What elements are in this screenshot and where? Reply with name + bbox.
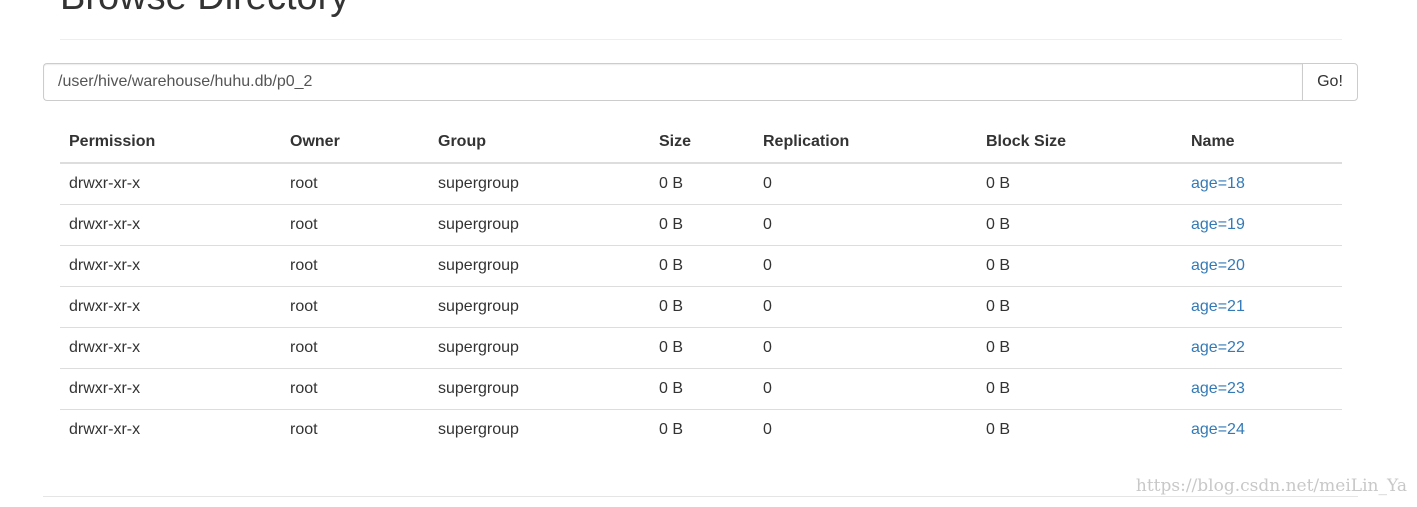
- cell-name: age=20: [1182, 244, 1342, 286]
- table-row: drwxr-xr-x root supergroup 0 B 0 0 B age…: [60, 408, 1342, 450]
- cell-permission: drwxr-xr-x: [60, 244, 281, 286]
- cell-size: 0 B: [650, 326, 754, 368]
- cell-replication: 0: [754, 326, 977, 368]
- cell-group: supergroup: [429, 244, 650, 286]
- watermark-text: https://blog.csdn.net/meiLin_Ya: [1135, 476, 1407, 496]
- column-header-replication[interactable]: Replication: [754, 122, 977, 164]
- cell-owner: root: [290, 174, 318, 192]
- cell-group: supergroup: [438, 174, 519, 192]
- cell-replication: 0: [754, 203, 977, 245]
- cell-size: 0 B: [650, 244, 754, 286]
- cell-group: supergroup: [429, 408, 650, 450]
- cell-group: supergroup: [429, 203, 650, 245]
- directory-link[interactable]: age=20: [1191, 257, 1245, 274]
- table-row: drwxr-xr-x root supergroup 0 B 0 0 B age…: [60, 367, 1342, 409]
- column-header-block-size[interactable]: Block Size: [977, 122, 1182, 164]
- cell-replication: 0: [754, 244, 977, 286]
- path-form: Go!: [43, 63, 1358, 101]
- cell-group: supergroup: [429, 326, 650, 368]
- cell-size: 0 B: [650, 367, 754, 409]
- cell-replication: 0: [754, 408, 977, 450]
- cell-permission: drwxr-xr-x: [60, 326, 281, 368]
- page-title: Browse Directory: [60, 0, 349, 22]
- directory-link[interactable]: age=23: [1191, 380, 1245, 397]
- cell-size: 0 B: [659, 174, 684, 192]
- cell-permission: drwxr-xr-x: [69, 174, 141, 192]
- cell-permission: drwxr-xr-x: [60, 408, 281, 450]
- cell-owner: root: [281, 203, 429, 245]
- cell-group: supergroup: [429, 367, 650, 409]
- cell-block-size: 0 B: [977, 326, 1182, 368]
- cell-owner: root: [281, 326, 429, 368]
- directory-link[interactable]: age=24: [1191, 421, 1245, 438]
- directory-link[interactable]: age=22: [1191, 339, 1245, 356]
- cell-name: age=19: [1182, 203, 1342, 245]
- table-header-row: Permission Owner Group Size Replication …: [60, 122, 1342, 164]
- cell-permission: drwxr-xr-x: [60, 367, 281, 409]
- column-header-group[interactable]: Group: [429, 122, 650, 164]
- cell-size: 0 B: [650, 285, 754, 327]
- cell-name: age=18: [1182, 163, 1342, 204]
- table-row: drwxr-xr-x root supergroup 0 B 0 0 B age…: [60, 163, 1342, 204]
- directory-link[interactable]: age=21: [1191, 298, 1245, 315]
- cell-owner: root: [281, 285, 429, 327]
- table-row: drwxr-xr-x root supergroup 0 B 0 0 B age…: [60, 326, 1342, 368]
- cell-size: 0 B: [650, 408, 754, 450]
- cell-group: supergroup: [429, 285, 650, 327]
- page-header: Browse Directory: [60, 0, 1342, 40]
- cell-block-size: 0 B: [977, 285, 1182, 327]
- column-header-size[interactable]: Size: [650, 122, 754, 164]
- cell-name: age=21: [1182, 285, 1342, 327]
- cell-permission: drwxr-xr-x: [60, 203, 281, 245]
- cell-size: 0 B: [650, 203, 754, 245]
- cell-owner: root: [281, 244, 429, 286]
- go-button[interactable]: Go!: [1302, 63, 1358, 101]
- directory-link[interactable]: age=19: [1191, 216, 1245, 233]
- cell-block-size: 0 B: [977, 244, 1182, 286]
- cell-owner: root: [281, 408, 429, 450]
- cell-replication: 0: [763, 174, 772, 192]
- cell-replication: 0: [754, 285, 977, 327]
- browse-directory-page: Browse Directory Go! Permission Owner Gr…: [0, 0, 1417, 507]
- cell-name: age=24: [1182, 408, 1342, 450]
- directory-link[interactable]: age=18: [1191, 175, 1245, 192]
- directory-listing-table: Permission Owner Group Size Replication …: [60, 122, 1342, 450]
- directory-path-input[interactable]: [43, 63, 1302, 101]
- column-header-owner[interactable]: Owner: [281, 122, 429, 164]
- cell-replication: 0: [754, 367, 977, 409]
- table-row: drwxr-xr-x root supergroup 0 B 0 0 B age…: [60, 244, 1342, 286]
- table-row: drwxr-xr-x root supergroup 0 B 0 0 B age…: [60, 285, 1342, 327]
- cell-block-size: 0 B: [977, 408, 1182, 450]
- column-header-name[interactable]: Name: [1182, 122, 1342, 164]
- cell-name: age=22: [1182, 326, 1342, 368]
- cell-block-size: 0 B: [986, 174, 1011, 192]
- cell-permission: drwxr-xr-x: [60, 285, 281, 327]
- cell-name: age=23: [1182, 367, 1342, 409]
- footer-divider: [43, 496, 1358, 497]
- cell-block-size: 0 B: [977, 367, 1182, 409]
- cell-block-size: 0 B: [977, 203, 1182, 245]
- cell-owner: root: [281, 367, 429, 409]
- column-header-permission[interactable]: Permission: [60, 122, 281, 164]
- table-row: drwxr-xr-x root supergroup 0 B 0 0 B age…: [60, 203, 1342, 245]
